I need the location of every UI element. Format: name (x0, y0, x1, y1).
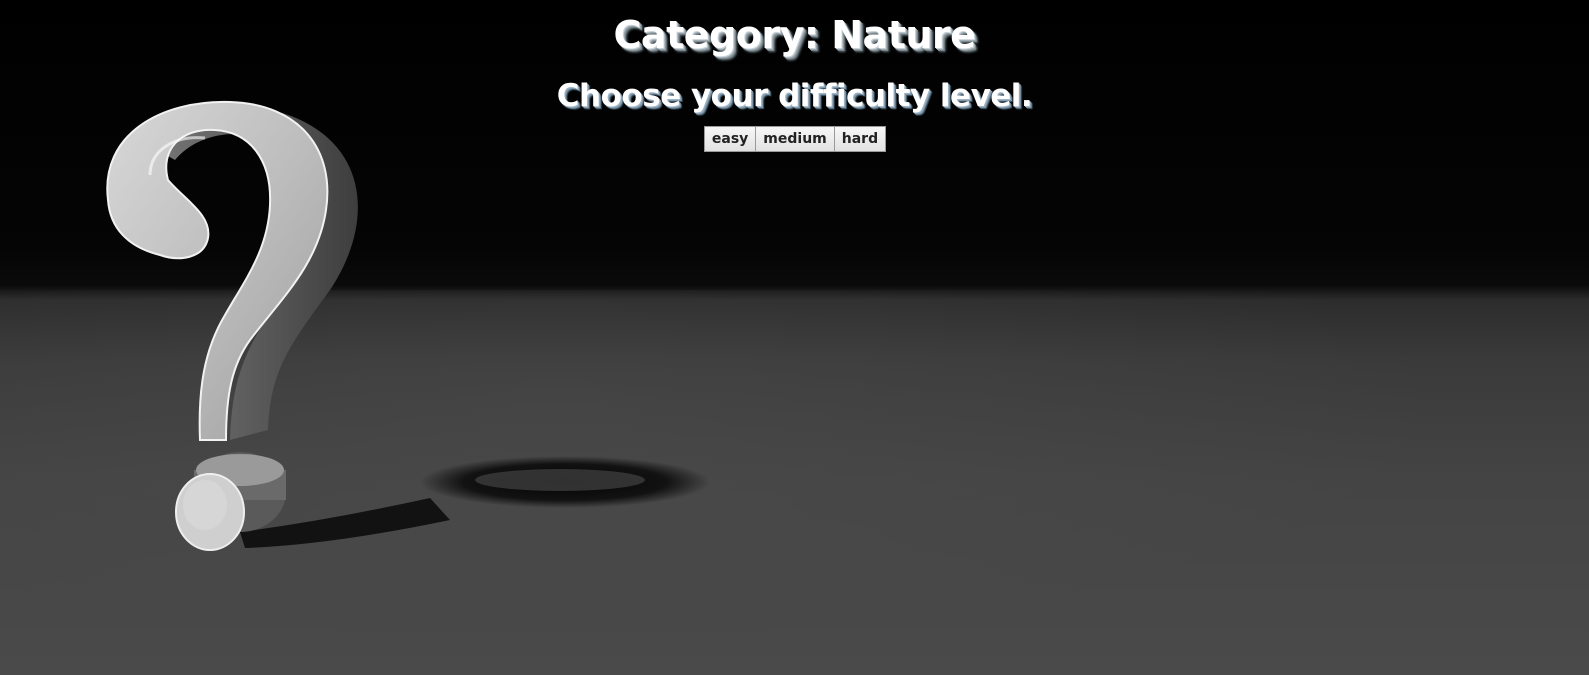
hard-button[interactable]: hard (833, 126, 887, 152)
question-mark-front-face (106, 100, 329, 441)
medium-button[interactable]: medium (755, 126, 835, 152)
question-mark-shadow (240, 456, 710, 548)
difficulty-prompt: Choose your difficulty level. (556, 78, 1033, 114)
difficulty-button-group: easy medium hard (703, 126, 887, 152)
easy-button[interactable]: easy (703, 126, 757, 152)
page-header: Category: Nature Choose your difficulty … (0, 10, 1589, 152)
category-title: Category: Nature (613, 13, 976, 57)
quiz-stage: Category: Nature Choose your difficulty … (0, 0, 1589, 675)
